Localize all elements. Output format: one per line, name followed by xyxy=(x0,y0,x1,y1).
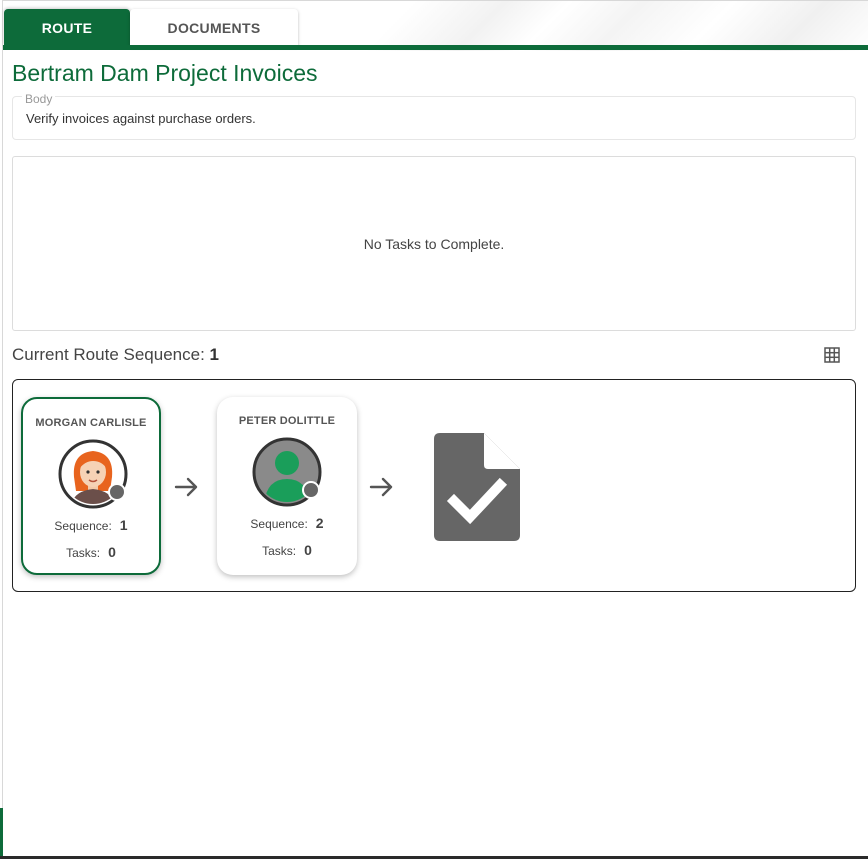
left-accent-bar xyxy=(0,808,3,859)
tasks-panel: No Tasks to Complete. xyxy=(12,156,856,331)
arrow-right-icon xyxy=(369,477,393,497)
route-card-name: PETER DOLITTLE xyxy=(238,415,336,427)
avatar xyxy=(58,439,128,509)
tab-underline xyxy=(3,45,868,50)
route-card-peter-dolittle[interactable]: PETER DOLITTLE Sequence: 2 Tasks: 0 xyxy=(217,397,357,575)
body-field[interactable]: Body Verify invoices against purchase or… xyxy=(12,92,856,140)
sequence-value: 2 xyxy=(315,515,324,531)
route-card-sequence: Sequence: 1 xyxy=(23,517,159,533)
tab-route[interactable]: ROUTE xyxy=(4,9,130,46)
sequence-label: Sequence: xyxy=(54,519,112,533)
document-check-icon xyxy=(434,433,520,541)
route-card-sequence: Sequence: 2 xyxy=(217,515,357,531)
route-card-morgan-carlisle[interactable]: MORGAN CARLISLE Sequence: 1 Tasks: 0 xyxy=(21,397,161,575)
tasks-empty-message: No Tasks to Complete. xyxy=(363,235,505,252)
user-icon xyxy=(252,437,322,507)
route-card-name: MORGAN CARLISLE xyxy=(35,417,147,429)
arrow-right-icon xyxy=(174,477,198,497)
body-field-value: Verify invoices against purchase orders. xyxy=(26,111,256,126)
tasks-value: 0 xyxy=(108,544,116,560)
route-sequence-box: MORGAN CARLISLE Sequence: 1 Tasks: 0 PET… xyxy=(12,379,856,592)
grid-view-icon[interactable] xyxy=(824,347,840,363)
tab-documents[interactable]: DOCUMENTS xyxy=(130,9,298,46)
route-sequence-label: Current Route Sequence: xyxy=(12,345,205,364)
body-field-label: Body xyxy=(22,92,56,106)
tasks-value: 0 xyxy=(304,542,312,558)
route-card-tasks: Tasks: 0 xyxy=(23,544,159,560)
page-title: Bertram Dam Project Invoices xyxy=(12,60,318,86)
sequence-label: Sequence: xyxy=(250,517,308,531)
route-sequence-heading: Current Route Sequence: 1 xyxy=(12,345,219,365)
tab-bar: ROUTE DOCUMENTS xyxy=(3,1,868,51)
tasks-label: Tasks: xyxy=(262,544,297,558)
tasks-label: Tasks: xyxy=(66,546,101,560)
route-panel: ROUTE DOCUMENTS Bertram Dam Project Invo… xyxy=(2,0,868,857)
sequence-value: 1 xyxy=(119,517,128,533)
route-sequence-number: 1 xyxy=(209,345,219,364)
route-card-tasks: Tasks: 0 xyxy=(217,542,357,558)
